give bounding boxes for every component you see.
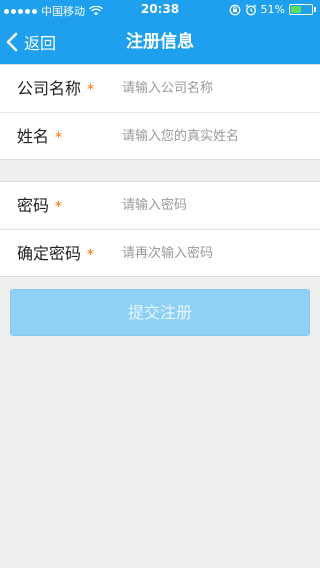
alarm-icon bbox=[245, 4, 256, 15]
nav-bar: 返回 注册信息 bbox=[0, 20, 320, 64]
battery-tip bbox=[314, 7, 316, 12]
required-mark: * bbox=[87, 82, 95, 98]
confirm-password-input[interactable] bbox=[122, 240, 308, 267]
status-right: 51% bbox=[229, 3, 316, 16]
battery-level-fill bbox=[291, 6, 302, 13]
confirm-password-row: 确定密码 * bbox=[0, 229, 320, 276]
chevron-left-icon bbox=[6, 32, 18, 52]
name-input[interactable] bbox=[122, 123, 308, 150]
submit-register-button[interactable]: 提交注册 bbox=[10, 289, 310, 336]
form-group-basic-info: 公司名称 * 姓名 * bbox=[0, 64, 320, 160]
password-row: 密码 * bbox=[0, 182, 320, 229]
company-label-text: 公司名称 bbox=[17, 79, 82, 98]
password-input[interactable] bbox=[122, 192, 308, 219]
required-mark: * bbox=[55, 130, 63, 146]
battery-percent: 51% bbox=[260, 3, 285, 16]
confirm-password-label: 确定密码 * bbox=[17, 230, 94, 277]
battery-icon bbox=[289, 4, 313, 15]
company-label: 公司名称 * bbox=[17, 65, 94, 112]
status-bar: 中国移动 20:38 51% bbox=[0, 0, 320, 20]
company-row: 公司名称 * bbox=[0, 65, 320, 112]
required-mark: * bbox=[55, 199, 63, 215]
rotation-lock-icon bbox=[229, 4, 240, 15]
name-label: 姓名 * bbox=[17, 113, 62, 160]
form-group-password: 密码 * 确定密码 * bbox=[0, 181, 320, 277]
back-label: 返回 bbox=[24, 34, 57, 53]
back-button[interactable]: 返回 bbox=[6, 20, 56, 64]
name-row: 姓名 * bbox=[0, 112, 320, 159]
confirm-password-label-text: 确定密码 bbox=[17, 244, 82, 263]
name-label-text: 姓名 bbox=[17, 127, 50, 146]
required-mark: * bbox=[87, 247, 95, 263]
company-input[interactable] bbox=[122, 75, 308, 102]
password-label: 密码 * bbox=[17, 182, 62, 229]
password-label-text: 密码 bbox=[17, 196, 50, 215]
app-header: 中国移动 20:38 51% 返回 注册信息 bbox=[0, 0, 320, 64]
